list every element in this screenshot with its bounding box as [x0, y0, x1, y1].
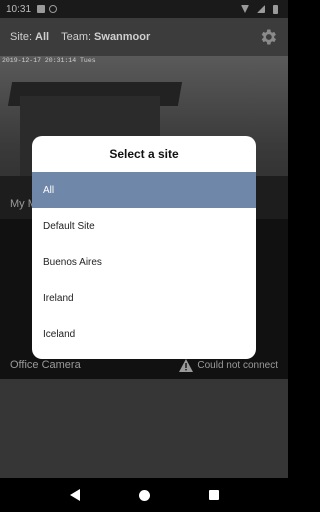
- site-option-ireland[interactable]: Ireland: [32, 280, 256, 316]
- home-icon[interactable]: [138, 489, 150, 501]
- camera-timestamp: 2019-12-17 20:31:14 Tues: [2, 57, 96, 64]
- gear-icon[interactable]: [258, 27, 278, 47]
- status-bar: 10:31: [0, 0, 288, 18]
- site-option-default-site[interactable]: Default Site: [32, 208, 256, 244]
- team-label: Team:: [61, 31, 92, 43]
- empty-area: [0, 379, 288, 478]
- warning-icon: [179, 358, 194, 372]
- recent-apps-icon[interactable]: [208, 490, 219, 500]
- camera-name: Office Camera: [10, 359, 81, 371]
- system-nav-bar: [0, 478, 288, 512]
- dialog-title: Select a site: [109, 147, 179, 161]
- battery-icon: [273, 4, 278, 14]
- wifi-icon: [241, 5, 249, 13]
- sd-card-icon: [37, 5, 46, 13]
- site-option-iceland[interactable]: Iceland: [32, 316, 256, 352]
- site-option-all[interactable]: All: [32, 172, 256, 208]
- site-select-dialog: Select a site All Default Site Buenos Ai…: [32, 136, 256, 359]
- site-option-buenos-aires[interactable]: Buenos Aires: [32, 244, 256, 280]
- sync-icon: [49, 5, 58, 13]
- signal-icon: [257, 5, 265, 13]
- site-label: Site:: [10, 31, 33, 43]
- camera-status-text: Could not connect: [197, 359, 278, 371]
- site-value[interactable]: All: [35, 31, 49, 43]
- back-icon[interactable]: [69, 489, 80, 501]
- camera-status: Could not connect: [179, 358, 278, 372]
- app-bar: Site: All Team: Swanmoor: [0, 18, 288, 56]
- status-time: 10:31: [6, 3, 32, 15]
- team-value[interactable]: Swanmoor: [94, 31, 150, 43]
